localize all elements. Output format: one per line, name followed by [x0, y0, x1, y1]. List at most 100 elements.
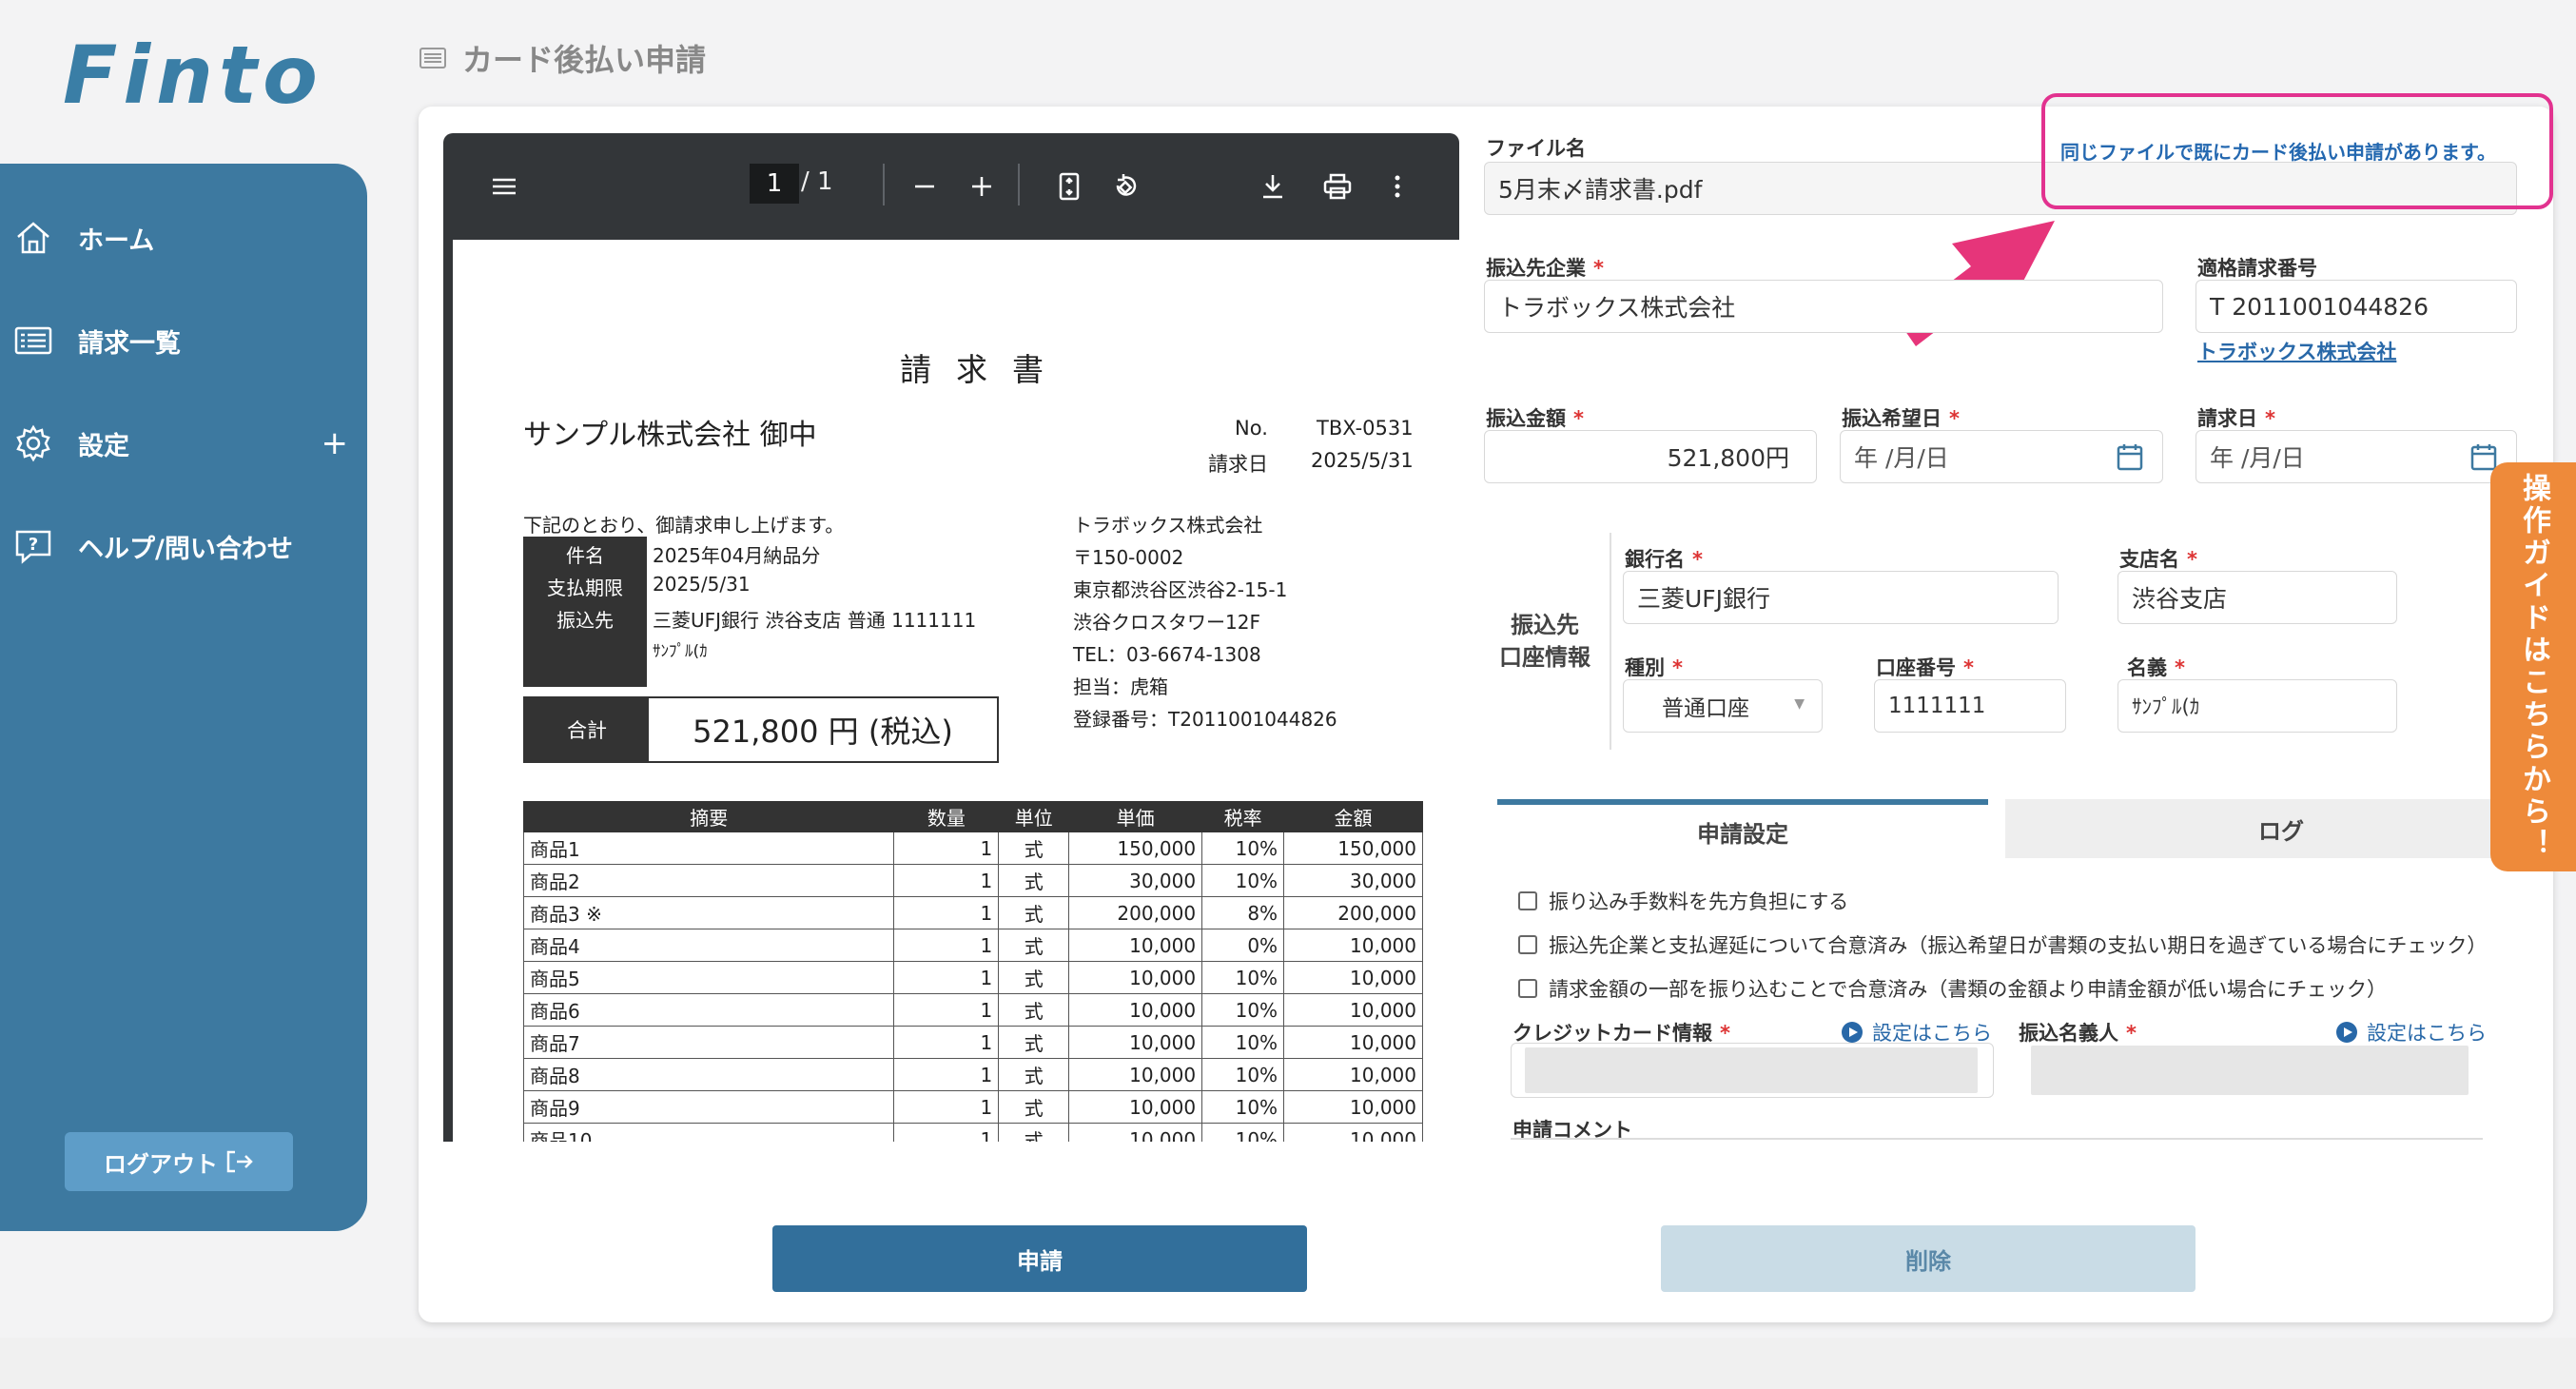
table-cell: 10,000	[1283, 993, 1423, 1027]
table-cell: 式	[998, 831, 1070, 865]
account-no-label: 口座番号 *	[1876, 653, 1974, 681]
items-table: 摘要 数量 単位 単価 税率 金額 商品1 1 式 150,000 10% 150,000…	[522, 801, 1423, 1142]
menu-icon[interactable]	[485, 167, 523, 205]
bank-name-input[interactable]: 三菱UFJ銀行	[1623, 571, 2059, 624]
comment-field[interactable]	[1511, 1138, 2483, 1140]
table-cell: 1	[893, 831, 1000, 865]
sidebar-item-home[interactable]: ホーム	[0, 200, 367, 276]
payer-field-value	[2031, 1046, 2469, 1095]
table-cell: 10%	[1201, 831, 1285, 865]
file-name-value: 5月末〆請求書.pdf	[1498, 176, 1703, 204]
table-row: 商品2 1 式 30,000 10% 30,000	[522, 864, 1423, 897]
page-number-input[interactable]: 1	[750, 164, 799, 204]
pdf-viewer[interactable]: 1 / 1 請求書 サンプル株式会社 御中 No. TBX-0531 請求日 2…	[443, 133, 1459, 1142]
subject-value: 2025年04月納品分	[653, 544, 821, 567]
amount-label-text: 振込金額	[1486, 407, 1566, 430]
branch-input[interactable]: 渋谷支店	[2117, 571, 2397, 624]
invoice-date-input[interactable]: 年 /月/日	[2195, 430, 2517, 483]
table-row: 商品9 1 式 10,000 10% 10,000	[522, 1090, 1423, 1124]
table-row: 商品7 1 式 10,000 10% 10,000	[522, 1026, 1423, 1059]
partial-checkbox[interactable]	[1518, 979, 1537, 998]
delay-checkbox[interactable]	[1518, 935, 1537, 954]
bank-label: 振込先	[556, 609, 614, 632]
bank-name-label: 銀行名 *	[1625, 544, 1703, 573]
brand-logo: Finto	[63, 29, 318, 124]
table-cell: 式	[998, 1026, 1070, 1059]
required-mark: *	[1963, 656, 1974, 679]
delay-checkbox-row[interactable]: 振込先企業と支払遅延について合意済み（振込希望日が書類の支払い期日を過ぎている場…	[1518, 930, 2487, 959]
page-title: カード後払い申請	[462, 42, 707, 78]
col-tax: 税率	[1201, 801, 1285, 832]
account-type-label: 種別 *	[1625, 653, 1683, 681]
rotate-icon[interactable]	[1107, 167, 1145, 205]
table-cell: 10,000	[1068, 993, 1203, 1027]
invoice-no-company-link[interactable]: トラボックス株式会社	[2197, 337, 2396, 365]
holder-label: 名義 *	[2127, 653, 2185, 681]
total-box: 合計 521,800 円 (税込)	[523, 696, 999, 763]
invoice-no-input[interactable]: T 2011001044826	[2195, 280, 2517, 333]
branch-value: 渋谷支店	[2132, 585, 2228, 613]
amount-label: 振込金額 *	[1486, 403, 1584, 432]
tab-log[interactable]: ログ	[2005, 799, 2557, 858]
fee-checkbox-row[interactable]: 振り込み手数料を先方負担にする	[1518, 887, 1848, 915]
table-cell: 10,000	[1283, 1058, 1423, 1091]
desired-date-input[interactable]: 年 /月/日	[1840, 430, 2163, 483]
payer-label-text: 振込名義人	[2019, 1022, 2118, 1045]
invoice-intro: 下記のとおり、御請求申し上げます。	[523, 514, 845, 537]
expand-icon[interactable]: +	[322, 424, 349, 462]
payee-input[interactable]: トラボックス株式会社	[1484, 280, 2163, 333]
invoice-date-label-text: 請求日	[2197, 407, 2257, 430]
required-mark: *	[2187, 548, 2197, 571]
issuer-person: 担当：虎箱	[1073, 675, 1168, 698]
zoom-in-icon[interactable]	[963, 167, 1001, 205]
required-mark: *	[2126, 1022, 2137, 1045]
account-no-input[interactable]: 1111111	[1874, 679, 2066, 733]
sidebar-item-settings[interactable]: 設定 +	[0, 405, 367, 481]
account-type-select[interactable]: 普通口座 ▼	[1623, 679, 1823, 733]
table-cell: 1	[893, 1123, 1000, 1142]
calendar-icon[interactable]	[2117, 442, 2143, 471]
operation-guide-tab[interactable]: 操作ガイドはこちらから！	[2490, 462, 2576, 871]
table-cell: 10%	[1201, 1058, 1285, 1091]
table-cell: 商品2	[522, 864, 895, 897]
calendar-icon[interactable]	[2470, 442, 2497, 471]
table-cell: 10,000	[1068, 1026, 1203, 1059]
submit-button[interactable]: 申請	[772, 1225, 1307, 1292]
invoice-no-label-form: 適格請求番号	[2197, 257, 2317, 280]
fee-checkbox-label: 振り込み手数料を先方負担にする	[1549, 890, 1849, 913]
payer-field[interactable]	[2017, 1043, 2483, 1098]
delete-button[interactable]: 削除	[1661, 1225, 2195, 1292]
fee-checkbox[interactable]	[1518, 891, 1537, 910]
invoice-no-value: TBX-0531	[1317, 417, 1414, 440]
table-cell: 10,000	[1068, 961, 1203, 994]
issuer-address2: 渋谷クロスタワー12F	[1073, 611, 1260, 634]
print-icon[interactable]	[1318, 167, 1356, 205]
table-cell: 10,000	[1068, 1090, 1203, 1124]
account-type-label-text: 種別	[1625, 656, 1665, 679]
fit-page-icon[interactable]	[1050, 167, 1088, 205]
table-cell: 商品5	[522, 961, 895, 994]
sidebar-item-help[interactable]: ? ヘルプ/問い合わせ	[0, 508, 367, 584]
invoice-recipient: サンプル株式会社 御中	[523, 419, 817, 452]
download-icon[interactable]	[1254, 167, 1292, 205]
table-cell: 1	[893, 929, 1000, 962]
branch-label: 支店名 *	[2119, 544, 2197, 573]
account-divider	[1610, 533, 1611, 750]
logout-button[interactable]: ログアウト	[65, 1132, 293, 1191]
account-no-label-text: 口座番号	[1876, 656, 1956, 679]
table-cell: 商品8	[522, 1058, 895, 1091]
partial-checkbox-row[interactable]: 請求金額の一部を振り込むことで合意済み（書類の金額より申請金額が低い場合にチェッ…	[1518, 974, 2387, 1003]
zoom-out-icon[interactable]	[906, 167, 944, 205]
bank-name-label-text: 銀行名	[1625, 548, 1685, 571]
card-field[interactable]	[1511, 1043, 1994, 1098]
table-cell: 式	[998, 993, 1070, 1027]
invoice-date-label: 請求日	[1208, 453, 1268, 476]
holder-input[interactable]: ｻﾝﾌﾟﾙ(ｶ	[2117, 679, 2397, 733]
sidebar-item-invoices[interactable]: 請求一覧	[0, 303, 367, 379]
help-icon: ?	[11, 524, 55, 568]
col-qty: 数量	[893, 801, 1000, 832]
amount-input[interactable]: 521,800円	[1484, 430, 1817, 483]
more-options-icon[interactable]	[1383, 167, 1412, 205]
pdf-page: 請求書 サンプル株式会社 御中 No. TBX-0531 請求日 2025/5/…	[453, 240, 1459, 1142]
tab-settings[interactable]: 申請設定	[1497, 799, 1988, 858]
